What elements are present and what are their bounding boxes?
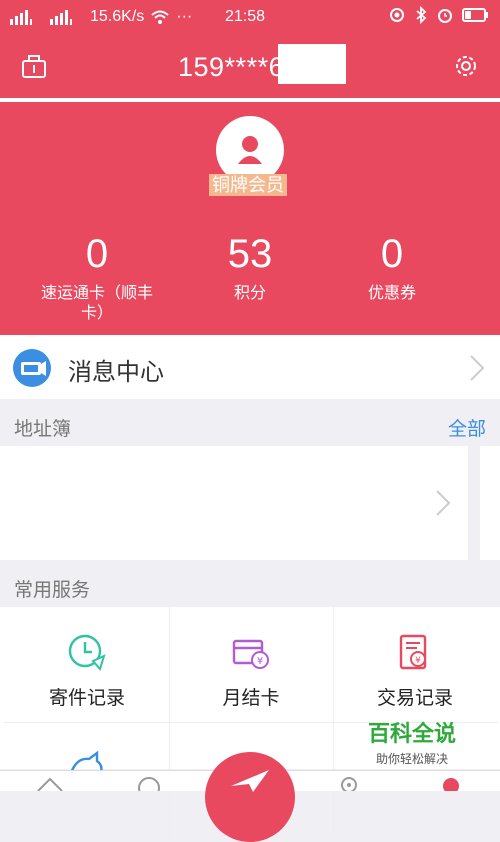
profile-tab-icon[interactable] — [440, 775, 462, 791]
wifi-icon — [151, 10, 169, 24]
alarm-icon — [438, 9, 452, 23]
card-yen-icon: ¥ — [232, 639, 269, 669]
address-book-all-link[interactable]: 全部 — [448, 414, 486, 441]
services-header: 常用服务 — [0, 562, 500, 608]
home-icon[interactable] — [36, 775, 64, 791]
address-card-next[interactable] — [480, 446, 500, 560]
tools-icon[interactable] — [20, 52, 48, 80]
location-icon[interactable] — [338, 775, 360, 791]
discover-icon[interactable] — [136, 775, 162, 791]
watermark-subtitle: 助你轻松解决 — [375, 752, 448, 766]
svg-text:¥: ¥ — [415, 656, 421, 666]
address-card[interactable] — [0, 446, 468, 560]
send-fab-button[interactable] — [205, 752, 295, 842]
chevron-right-icon — [470, 355, 485, 381]
more-dots: ··· — [176, 8, 193, 25]
bluetooth-icon — [416, 6, 427, 24]
service-label: 寄件记录 — [48, 688, 125, 709]
status-left: 15.6K/s ··· — [10, 8, 192, 26]
message-megaphone-icon — [13, 349, 51, 387]
message-center-label: 消息中心 — [68, 359, 164, 386]
settings-gear-icon[interactable] — [452, 52, 480, 80]
service-label: 交易记录 — [376, 688, 453, 709]
services-title: 常用服务 — [14, 580, 91, 601]
address-book-header: 地址簿 全部 — [0, 401, 500, 447]
user-avatar-icon — [238, 136, 262, 164]
stat-label: 速运通卡（顺丰卡） — [40, 285, 153, 322]
clock-send-icon — [68, 634, 106, 672]
stat-card[interactable]: 0 速运通卡（顺丰卡） — [17, 232, 177, 324]
address-book-title: 地址簿 — [14, 419, 72, 440]
stat-value: 0 — [380, 232, 404, 276]
watermark-title: 百科全说 — [367, 721, 456, 746]
network-speed: 15.6K/s — [90, 8, 145, 25]
profile-panel: 铜牌会员 0 速运通卡（顺丰卡） 53 积分 0 优惠券 — [0, 102, 500, 335]
status-bar: 15.6K/s ··· 21:58 — [0, 0, 500, 36]
stat-points[interactable]: 53 积分 — [170, 232, 330, 304]
service-monthly-card[interactable]: ¥ 月结卡 — [168, 607, 334, 723]
stat-label: 积分 — [233, 285, 266, 302]
clock: 21:58 — [225, 8, 266, 25]
phone-redaction — [278, 44, 346, 84]
member-badge: 铜牌会员 — [209, 174, 287, 196]
svg-text:¥: ¥ — [257, 656, 263, 667]
signal-icon-2 — [50, 10, 72, 25]
gps-icon — [390, 8, 404, 22]
top-bar: 159****6 — [0, 36, 500, 98]
service-label: 月结卡 — [222, 688, 280, 709]
battery-icon — [462, 8, 488, 22]
stat-value: 0 — [85, 232, 109, 276]
service-shipping-records[interactable]: 寄件记录 — [4, 607, 170, 723]
user-phone: 159****6 — [178, 52, 285, 82]
status-right — [388, 6, 490, 24]
stat-label: 优惠券 — [367, 285, 416, 302]
service-transaction-records[interactable]: ¥ 交易记录 — [332, 607, 498, 723]
chevron-right-icon — [436, 490, 451, 516]
watermark: 百科全说 助你轻松解决 — [362, 716, 462, 767]
stat-value: 53 — [227, 232, 273, 276]
message-center-row[interactable]: 消息中心 — [0, 335, 500, 399]
signal-icon — [10, 10, 32, 25]
receipt-yen-icon: ¥ — [399, 634, 427, 670]
stat-coupons[interactable]: 0 优惠券 — [312, 232, 472, 304]
